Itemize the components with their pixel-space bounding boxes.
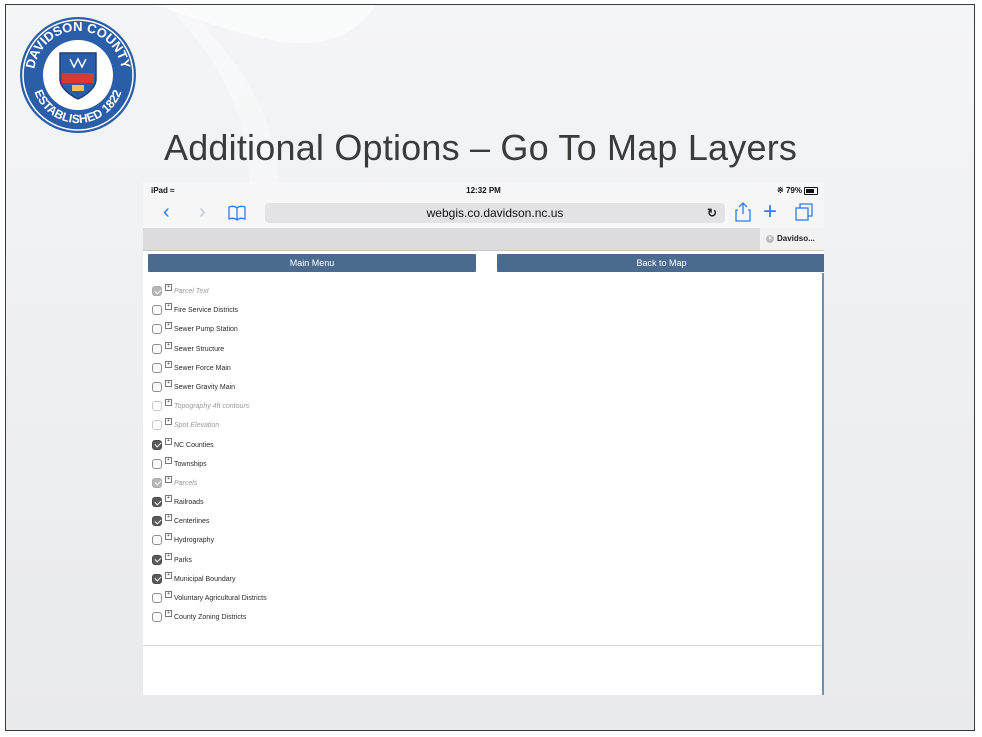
bookmarks-icon[interactable]: [227, 200, 247, 227]
expand-icon[interactable]: +: [165, 399, 172, 407]
panel-bottom-divider: [143, 645, 822, 646]
county-seal-logo: DAVIDSON COUNTY ESTABLISHED 1822: [20, 17, 136, 133]
slide-title: Additional Options – Go To Map Layers: [164, 127, 798, 168]
expand-icon[interactable]: +: [165, 379, 172, 387]
layer-label: Municipal Boundary: [174, 575, 236, 583]
layer-label: Townships: [174, 460, 207, 468]
layer-checkbox[interactable]: [152, 362, 162, 373]
layer-label: Railroads: [174, 499, 204, 507]
panel-right-border: [822, 273, 824, 695]
layer-checkbox[interactable]: [152, 573, 162, 584]
battery-icon: [804, 186, 818, 195]
layer-checkbox[interactable]: [152, 343, 162, 354]
layer-label: Sewer Structure: [174, 345, 225, 353]
expand-icon[interactable]: +: [165, 610, 172, 618]
close-tab-icon[interactable]: ×: [766, 234, 774, 243]
expand-icon[interactable]: +: [165, 571, 172, 579]
back-icon[interactable]: ‹: [163, 200, 170, 224]
status-time: 12:32 PM: [466, 186, 501, 195]
expand-icon[interactable]: +: [165, 533, 172, 541]
tab-bar: × Davidso...: [143, 228, 824, 251]
layer-label: Centerlines: [174, 518, 210, 526]
layer-checkbox[interactable]: [152, 554, 162, 565]
bluetooth-icon: ※: [777, 186, 784, 195]
expand-icon[interactable]: +: [165, 284, 172, 291]
layer-checkbox[interactable]: [152, 593, 162, 603]
expand-icon[interactable]: +: [165, 591, 172, 598]
layer-checkbox[interactable]: [152, 477, 162, 488]
tabs-icon[interactable]: [795, 200, 813, 227]
expand-icon[interactable]: +: [165, 418, 172, 426]
expand-icon[interactable]: +: [165, 456, 172, 464]
expand-icon[interactable]: +: [165, 437, 172, 445]
slide: DAVIDSON COUNTY ESTABLISHED 1822 Additio…: [5, 4, 975, 731]
layer-label: Sewer Gravity Main: [174, 383, 236, 391]
layer-checkbox[interactable]: [152, 401, 162, 412]
layer-label: Sewer Force Main: [174, 364, 231, 372]
expand-icon[interactable]: +: [165, 341, 172, 349]
layer-checkbox[interactable]: [152, 381, 162, 392]
layer-label: County Zoning Districts: [174, 614, 247, 622]
expand-icon[interactable]: +: [165, 360, 172, 368]
layer-checkbox[interactable]: [152, 439, 162, 450]
layer-checkbox[interactable]: [152, 324, 162, 335]
reload-icon[interactable]: ↻: [707, 203, 717, 223]
url-bar[interactable]: webgis.co.davidson.nc.us ↻: [265, 203, 725, 223]
expand-icon[interactable]: +: [165, 475, 172, 483]
layer-label: Hydrography: [174, 537, 215, 545]
layer-label: Topography 4ft contours: [174, 403, 250, 411]
back-to-map-button[interactable]: Back to Map: [497, 254, 824, 272]
share-icon[interactable]: [735, 200, 751, 228]
layer-label: Spot Elevation: [174, 422, 220, 430]
expand-icon[interactable]: +: [165, 514, 172, 522]
web-page: Main Menu Back to Map + Parcel Text + Fire …: [143, 251, 824, 695]
layer-checkbox[interactable]: [152, 516, 162, 527]
layer-checkbox[interactable]: [152, 420, 162, 431]
expand-icon[interactable]: +: [165, 322, 172, 330]
layer-checkbox[interactable]: [152, 535, 162, 546]
tab-title: Davidso...: [777, 234, 815, 243]
layer-label: Sewer Pump Station: [174, 326, 238, 334]
expand-icon[interactable]: +: [165, 552, 172, 560]
layer-checkbox[interactable]: [152, 286, 162, 296]
layer-checkbox[interactable]: [152, 612, 162, 623]
layer-checkbox[interactable]: [152, 458, 162, 469]
expand-icon[interactable]: +: [165, 495, 172, 503]
main-menu-button[interactable]: Main Menu: [148, 254, 476, 272]
layer-label: Parcel Text: [174, 288, 209, 295]
new-tab-icon[interactable]: +: [763, 200, 777, 224]
expand-icon[interactable]: +: [165, 303, 172, 311]
layer-label: Parks: [174, 556, 192, 564]
status-battery: ※ 79%: [777, 186, 818, 195]
safari-toolbar: ‹ › webgis.co.davidson.nc.us ↻ +: [143, 198, 824, 228]
layer-label: Fire Service Districts: [174, 307, 239, 315]
ipad-screenshot: iPad ≈ 12:32 PM ※ 79% ‹ › webgis.co.davi…: [143, 182, 824, 695]
layer-label: Parcels: [174, 479, 198, 487]
layer-label: NC Counties: [174, 441, 214, 449]
forward-icon[interactable]: ›: [199, 200, 206, 224]
ios-status-bar: iPad ≈ 12:32 PM ※ 79%: [143, 182, 824, 198]
browser-tab[interactable]: × Davidso...: [760, 228, 824, 250]
layer-label: Voluntary Agricultural Districts: [174, 595, 267, 602]
url-text: webgis.co.davidson.nc.us: [426, 206, 564, 220]
layer-checkbox[interactable]: [152, 305, 162, 316]
layer-checkbox[interactable]: [152, 497, 162, 508]
